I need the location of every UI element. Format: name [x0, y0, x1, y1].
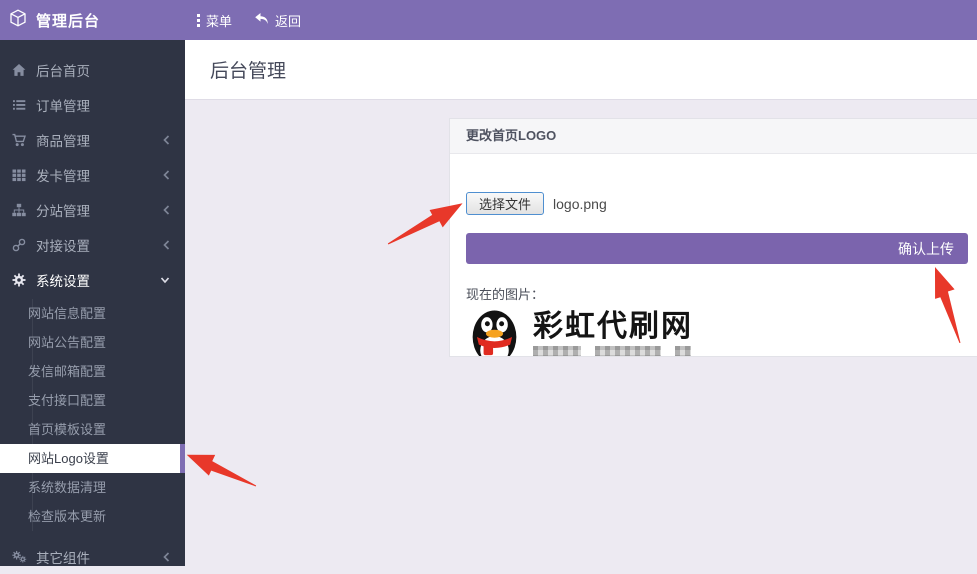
sidebar-item-system-settings[interactable]: 系统设置 — [0, 262, 185, 297]
chevron-left-icon — [161, 239, 171, 251]
menu-toggle-label: 菜单 — [206, 11, 232, 30]
sidebar-item-orders[interactable]: 订单管理 — [0, 87, 185, 122]
sidebar-item-products[interactable]: 商品管理 — [0, 122, 185, 157]
submenu-item-payment-config[interactable]: 支付接口配置 — [0, 386, 185, 415]
sidebar-item-label: 系统设置 — [36, 270, 159, 290]
file-input-row: 选择文件 logo.png — [466, 192, 968, 215]
sidebar-item-api[interactable]: 对接设置 — [0, 227, 185, 262]
current-logo-image: 彩虹代刷网 — [466, 308, 968, 357]
confirm-upload-button[interactable]: 确认上传 — [466, 233, 968, 264]
submenu-item-site-notice[interactable]: 网站公告配置 — [0, 328, 185, 357]
sidebar-item-label: 对接设置 — [36, 235, 161, 255]
submenu-item-site-info[interactable]: 网站信息配置 — [0, 299, 185, 328]
chevron-down-icon — [159, 274, 171, 286]
logo-settings-card: 更改首页LOGO 选择文件 logo.png 确认上传 现在的图片： — [449, 118, 977, 357]
top-header-bar: 管理后台 菜单 返回 — [0, 0, 977, 40]
sitemap-icon — [8, 203, 30, 217]
chevron-left-icon — [161, 551, 171, 563]
back-link-label: 返回 — [275, 11, 301, 30]
home-icon — [8, 63, 30, 77]
ellipsis-v-icon — [197, 14, 200, 27]
sidebar-item-substations[interactable]: 分站管理 — [0, 192, 185, 227]
selected-file-name: logo.png — [553, 196, 607, 212]
censored-text-bar — [533, 346, 693, 357]
submenu-item-logo-config[interactable]: 网站Logo设置 — [0, 444, 185, 473]
submenu-item-version-check[interactable]: 检查版本更新 — [0, 502, 185, 531]
sidebar-item-label: 订单管理 — [36, 95, 171, 115]
chevron-left-icon — [161, 134, 171, 146]
menu-toggle[interactable]: 菜单 — [197, 11, 232, 30]
card-header: 更改首页LOGO — [450, 119, 977, 154]
submenu-item-mail-config[interactable]: 发信邮箱配置 — [0, 357, 185, 386]
page-title-bar: 后台管理 — [185, 40, 977, 100]
sidebar-item-label: 商品管理 — [36, 130, 161, 150]
choose-file-button[interactable]: 选择文件 — [466, 192, 544, 215]
system-settings-submenu: 网站信息配置 网站公告配置 发信邮箱配置 支付接口配置 首页模板设置 网站Log… — [0, 297, 185, 533]
sidebar-item-cards[interactable]: 发卡管理 — [0, 157, 185, 192]
chevron-left-icon — [161, 204, 171, 216]
sidebar-item-label: 其它组件 — [36, 547, 161, 567]
gear-icon — [8, 273, 30, 287]
reply-arrow-icon — [254, 12, 269, 28]
list-icon — [8, 98, 30, 112]
sidebar-item-other-components[interactable]: 其它组件 — [0, 539, 185, 574]
sidebar: 后台首页 订单管理 商品管理 发卡管理 分站管理 — [0, 40, 185, 566]
sidebar-nav: 后台首页 订单管理 商品管理 发卡管理 分站管理 — [0, 40, 185, 297]
chevron-left-icon — [161, 169, 171, 181]
sidebar-item-label: 后台首页 — [36, 60, 171, 80]
cart-icon — [8, 133, 30, 147]
brand-title: 管理后台 — [36, 10, 100, 31]
brand[interactable]: 管理后台 — [0, 9, 185, 31]
page-title: 后台管理 — [210, 56, 286, 83]
back-link[interactable]: 返回 — [254, 11, 301, 30]
annotation-arrow-to-logo-menu-item — [181, 440, 263, 499]
current-image-label: 现在的图片： — [466, 284, 968, 303]
sidebar-item-label: 发卡管理 — [36, 165, 161, 185]
link-icon — [8, 238, 30, 252]
submenu-item-data-clean[interactable]: 系统数据清理 — [0, 473, 185, 502]
grid-icon — [8, 168, 30, 182]
submenu-item-template-config[interactable]: 首页模板设置 — [0, 415, 185, 444]
logo-text-block: 彩虹代刷网 — [533, 308, 693, 357]
qq-penguin-logo-icon — [466, 308, 523, 357]
top-nav: 菜单 返回 — [197, 11, 301, 30]
sidebar-item-dashboard[interactable]: 后台首页 — [0, 52, 185, 87]
card-body: 选择文件 logo.png 确认上传 现在的图片： — [450, 154, 977, 357]
site-logo-text: 彩虹代刷网 — [533, 310, 693, 343]
sidebar-item-label: 分站管理 — [36, 200, 161, 220]
cogs-icon — [8, 550, 30, 564]
cube-icon — [9, 9, 27, 31]
